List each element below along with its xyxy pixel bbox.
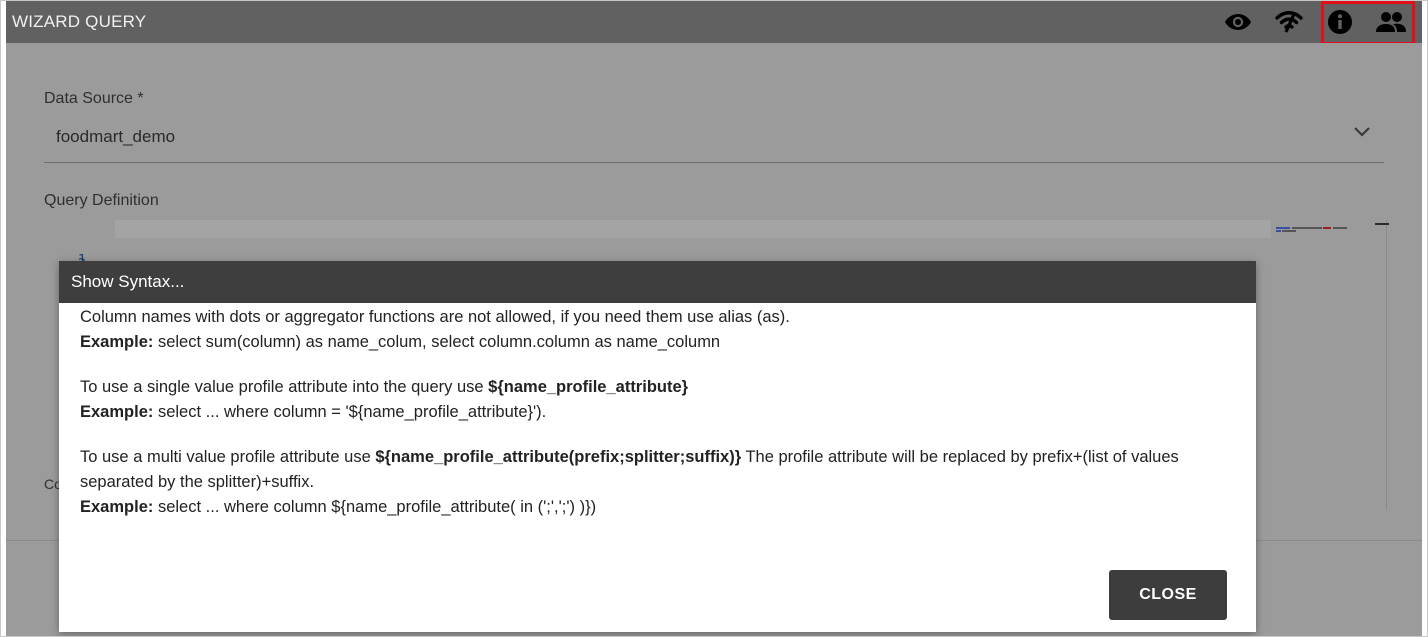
editor-scrollbar-track (1386, 220, 1387, 510)
datasource-select[interactable]: foodmart_demo (56, 127, 175, 147)
wifi-icon[interactable] (1274, 7, 1304, 37)
chevron-down-icon[interactable] (1353, 125, 1371, 143)
syntax-paragraph-2: To use a single value profile attribute … (80, 375, 1220, 425)
syntax-paragraph-3: To use a multi value profile attribute u… (80, 445, 1220, 520)
app-frame: WIZARD QUERY Data Source * foodmart_demo… (0, 0, 1428, 637)
editor-scroll-marker[interactable] (1375, 223, 1389, 225)
icons-highlight-box (1321, 1, 1415, 45)
syntax-text: Column names with dots or aggregator fun… (80, 308, 790, 326)
eye-icon[interactable] (1223, 7, 1253, 37)
syntax-paragraph-1: Column names with dots or aggregator fun… (80, 305, 1220, 355)
datasource-underline (44, 162, 1384, 163)
show-syntax-dialog: Show Syntax... Column names with dots or… (59, 261, 1256, 632)
example-text: select ... where column ${name_profile_a… (153, 498, 597, 516)
example-text: select sum(column) as name_colum, select… (153, 333, 721, 351)
dialog-body: Column names with dots or aggregator fun… (80, 305, 1220, 520)
syntax-text: To use a multi value profile attribute u… (80, 448, 376, 466)
code-line-2: 2 from product_class (66, 240, 1366, 288)
syntax-text: To use a single value profile attribute … (80, 378, 489, 396)
toolbar-title: WIZARD QUERY (12, 12, 147, 31)
dialog-title: Show Syntax... (59, 261, 1256, 303)
example-text: select ... where column = '${name_profil… (153, 403, 547, 421)
example-label: Example: (80, 403, 154, 421)
current-line-highlight (115, 220, 1271, 238)
syntax-code: ${name_profile_attribute(prefix;splitter… (375, 448, 742, 466)
code-line-1: 1 select distinct product_family,concat(… (66, 220, 1366, 284)
close-button[interactable]: CLOSE (1109, 570, 1227, 620)
toolbar: WIZARD QUERY (6, 1, 1422, 43)
syntax-code: ${name_profile_attribute} (488, 378, 689, 396)
example-label: Example: (80, 333, 154, 351)
query-definition-label: Query Definition (44, 192, 159, 209)
datasource-label: Data Source * (44, 90, 144, 107)
example-label: Example: (80, 498, 154, 516)
